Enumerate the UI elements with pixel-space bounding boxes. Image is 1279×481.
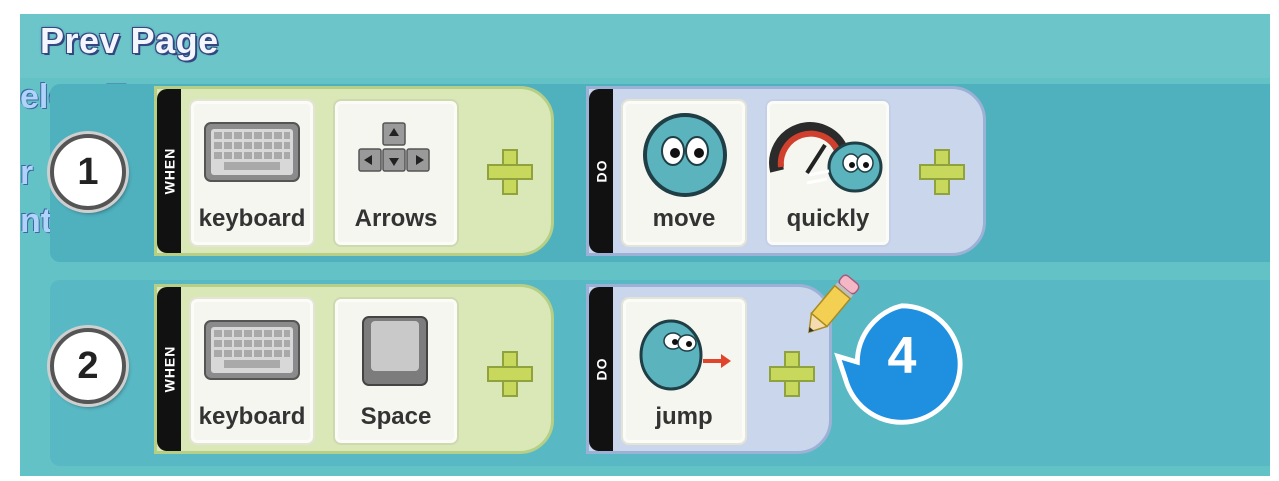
tile-label: Arrows xyxy=(354,205,438,232)
tile-label: keyboard xyxy=(198,403,306,430)
jump-tile[interactable]: jump xyxy=(621,297,747,445)
jump-character-icon xyxy=(639,319,731,391)
do-tab: DO xyxy=(589,89,613,253)
speedometer-icon xyxy=(769,122,883,193)
tile-label: Space xyxy=(360,403,432,430)
when-block[interactable]: WHEN keyboard Arrows xyxy=(154,86,554,256)
top-bar: Prev Page xyxy=(20,14,1270,78)
move-character-icon xyxy=(643,113,727,197)
tile-label: move xyxy=(652,205,716,232)
quickly-tile[interactable]: quickly xyxy=(765,99,891,247)
do-block[interactable]: DO move quickly xyxy=(586,86,986,256)
rule-number-1[interactable]: 1 xyxy=(50,134,126,210)
do-tab: DO xyxy=(589,287,613,451)
when-tab: WHEN xyxy=(157,89,181,253)
tile-label: keyboard xyxy=(198,205,306,232)
rule-number-2[interactable]: 2 xyxy=(50,328,126,404)
arrows-tile[interactable]: Arrows xyxy=(333,99,459,247)
move-tile[interactable]: move xyxy=(621,99,747,247)
tile-label: quickly xyxy=(786,205,870,232)
when-tab: WHEN xyxy=(157,287,181,451)
space-key-icon xyxy=(362,316,428,386)
prev-page-button[interactable]: Prev Page xyxy=(40,20,219,62)
callout-number: 4 xyxy=(887,327,917,385)
add-tile-plus-icon[interactable] xyxy=(919,149,965,195)
keyboard-icon xyxy=(204,320,300,380)
space-tile[interactable]: Space xyxy=(333,297,459,445)
when-block[interactable]: WHEN keyboard Space xyxy=(154,284,554,454)
keyboard-tile[interactable]: keyboard xyxy=(189,99,315,247)
add-tile-plus-icon[interactable] xyxy=(487,149,533,195)
tile-label: jump xyxy=(655,403,713,430)
keyboard-icon xyxy=(204,122,300,182)
arrow-keys-icon xyxy=(358,122,430,172)
keyboard-tile[interactable]: keyboard xyxy=(189,297,315,445)
add-tile-plus-icon[interactable] xyxy=(487,351,533,397)
kodu-programming-page: Prev Page elete T r nt Roc 1 WHEN keyboa… xyxy=(20,14,1270,476)
background-text-fragment: r xyxy=(20,154,34,192)
